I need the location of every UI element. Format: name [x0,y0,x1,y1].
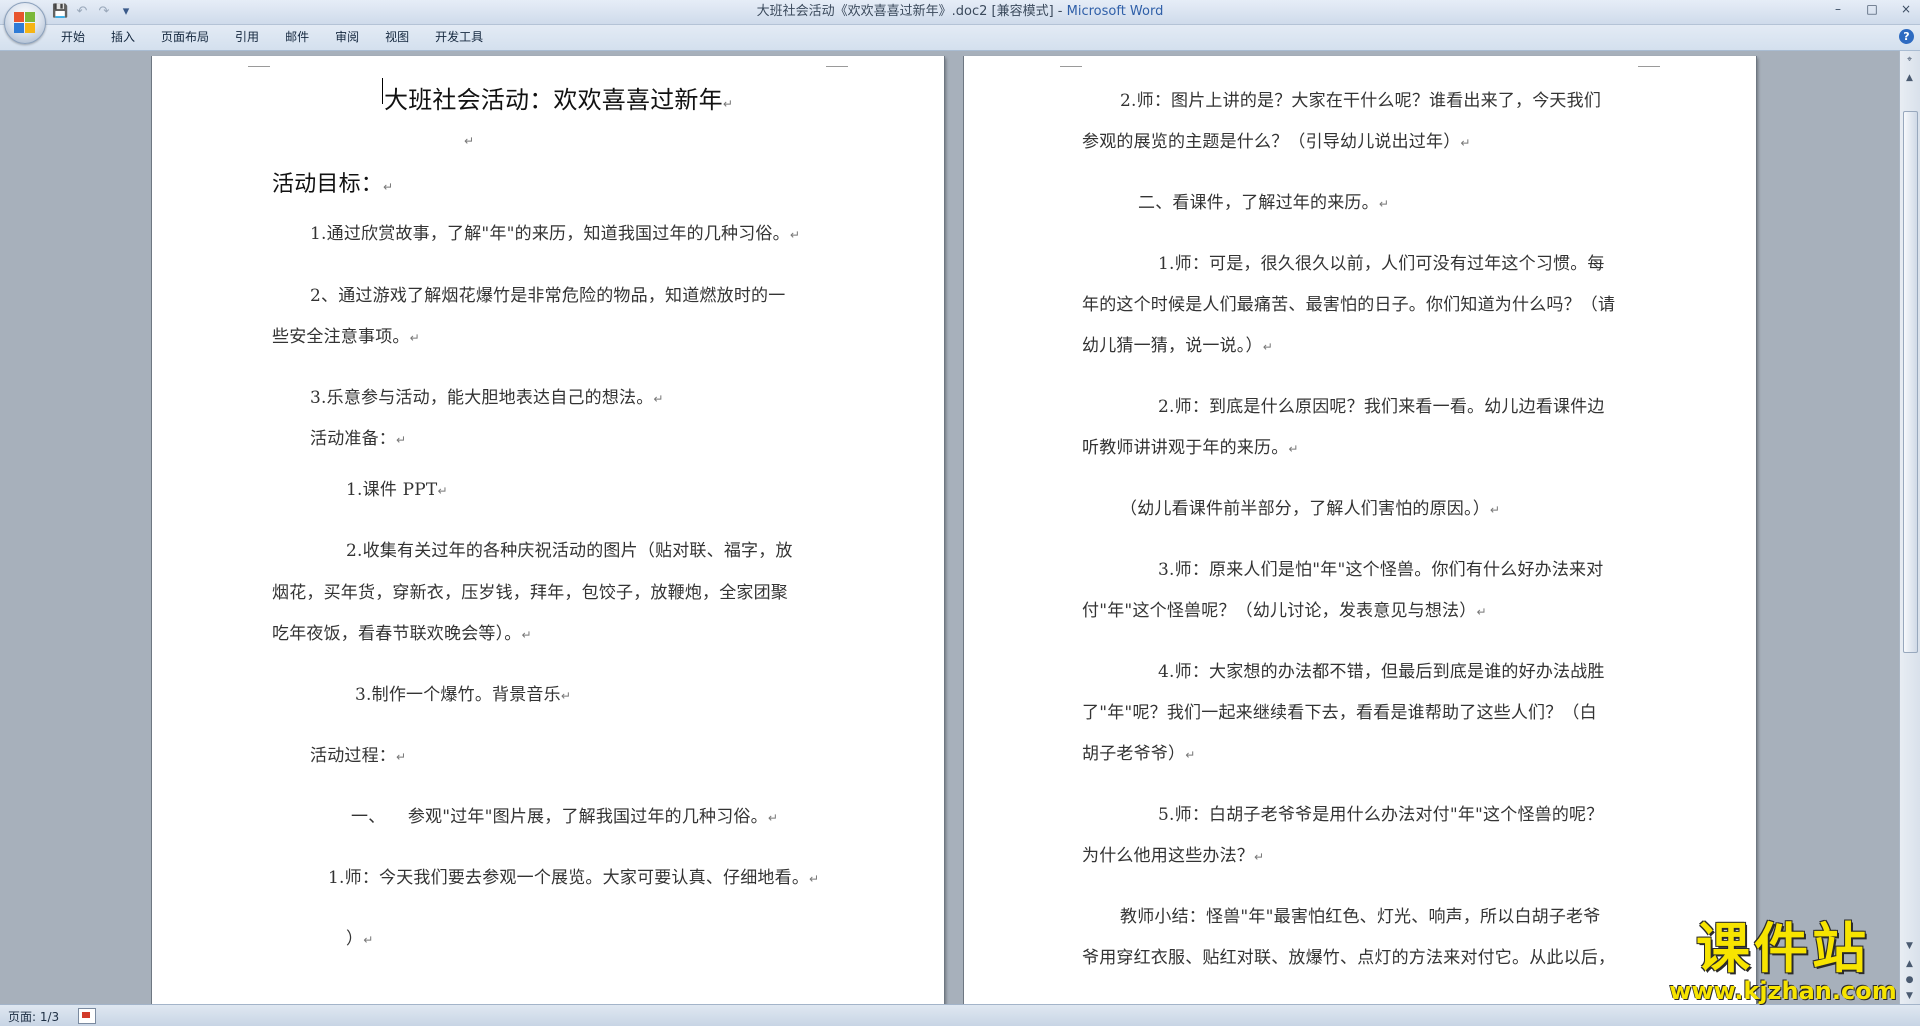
tab-insert[interactable]: 插入 [98,25,148,50]
paragraph-line: 3.制作一个爆竹。背景音乐↵ [355,685,572,705]
previous-page-button[interactable]: ▲ [1902,957,1917,971]
tab-view[interactable]: 视图 [372,25,422,50]
tab-references[interactable]: 引用 [222,25,272,50]
ribbon-tabs: 开始 插入 页面布局 引用 邮件 审阅 视图 开发工具 [48,25,496,50]
select-browse-object-button[interactable]: ● [1902,973,1917,987]
paragraph-line: 4.师：大家想的办法都不错，但最后到底是谁的好办法战胜 [1158,662,1605,682]
margin-corner-mark [826,56,848,67]
paragraph-line: 2.师：到底是什么原因呢？我们来看一看。幼儿边看课件边 [1158,397,1605,417]
tab-home[interactable]: 开始 [48,25,98,50]
ribbon: 开始 插入 页面布局 引用 邮件 审阅 视图 开发工具 ? [0,25,1920,51]
paragraph-line: 年的这个时候是人们最痛苦、最害怕的日子。你们知道为什么吗？（请 [1082,295,1616,315]
watermark-brand: 课件站 [1696,917,1870,980]
window-controls: – □ × [1830,2,1914,16]
watermark-url: www.kjzhan.com [1669,977,1897,1005]
page-1[interactable]: 大班社会活动：欢欢喜喜过新年↵ ↵ 活动目标：↵ 1.通过欣赏故事，了解"年"的… [152,56,944,1004]
paragraph-line: 2、通过游戏了解烟花爆竹是非常危险的物品，知道燃放时的一 [310,286,786,306]
tab-mailings[interactable]: 邮件 [272,25,322,50]
office-logo-icon [14,12,36,34]
paragraph-line: （幼儿看课件前半部分，了解人们害怕的原因。）↵ [1120,499,1501,519]
window-title: 大班社会活动《欢欢喜喜过新年》.doc2 [兼容模式] - Microsoft … [0,0,1920,24]
section-heading: 活动目标：↵ [272,172,394,197]
title-bar: 💾 ↶ ↷ ▾ 大班社会活动《欢欢喜喜过新年》.doc2 [兼容模式] - Mi… [0,0,1920,25]
help-icon[interactable]: ? [1899,29,1914,44]
paragraph-line: 教师小结：怪兽"年"最害怕红色、灯光、响声，所以白胡子老爷 [1120,907,1601,927]
paragraph-line: 3.乐意参与活动，能大胆地表达自己的想法。↵ [310,388,664,408]
paragraph-line: 爷用穿红衣服、贴红对联、放爆竹、点灯的方法来对付它。从此以后， [1082,948,1616,968]
next-page-button[interactable]: ▼ [1902,989,1917,1003]
paragraph-line: 烟花，买年货，穿新衣，压岁钱，拜年，包饺子，放鞭炮，全家团聚 [272,583,788,603]
tab-page-layout[interactable]: 页面布局 [148,25,222,50]
status-bar: 页面: 1/3 [0,1004,1920,1026]
minimize-button[interactable]: – [1830,2,1846,16]
paragraph-line: 1.师：可是，很久很久以前，人们可没有过年这个习惯。每 [1158,254,1605,274]
paragraph-line: 2.师：图片上讲的是？大家在干什么呢？谁看出来了，今天我们 [1120,91,1602,111]
document-title: 大班社会活动：欢欢喜喜过新年↵ [384,86,734,114]
paragraph-line: 一、 参观"过年"图片展，了解我国过年的几种习俗。↵ [351,807,779,827]
paragraph-line: 幼儿猜一猜，说一说。）↵ [1082,336,1273,356]
tab-review[interactable]: 审阅 [322,25,372,50]
paragraph-line: ↵ [464,134,475,148]
vertical-scrollbar[interactable]: ⌖ ▲ ▼ ▲ ● ▼ [1899,51,1920,1004]
paragraph-line: 1.通过欣赏故事，了解"年"的来历，知道我国过年的几种习俗。↵ [310,224,801,244]
paragraph-line: 些安全注意事项。↵ [272,327,420,347]
paragraph-line: 付"年"这个怪兽呢？（幼儿讨论，发表意见与想法）↵ [1082,601,1487,621]
page-2[interactable]: 2.师：图片上讲的是？大家在干什么呢？谁看出来了，今天我们 参观的展览的主题是什… [964,56,1756,1004]
margin-corner-mark [248,56,270,67]
paragraph-line: 胡子老爷爷）↵ [1082,744,1196,764]
scroll-down-button[interactable]: ▼ [1902,939,1917,953]
paragraph-line: 1.师：今天我们要去参观一个展览。大家可要认真、仔细地看。↵ [328,868,820,888]
paragraph-line: 1.课件 PPT↵ [346,480,448,500]
tab-developer[interactable]: 开发工具 [422,25,496,50]
paragraph-line: 参观的展览的主题是什么？（引导幼儿说出过年）↵ [1082,132,1471,152]
ruler-toggle-icon[interactable]: ⌖ [1902,53,1917,67]
margin-corner-mark [1638,56,1660,67]
section-heading: 活动过程：↵ [310,746,407,766]
paragraph-line: 2.收集有关过年的各种庆祝活动的图片（贴对联、福字，放 [346,541,793,561]
maximize-button[interactable]: □ [1864,2,1880,16]
paragraph-line: 3.师：原来人们是怕"年"这个怪兽。你们有什么好办法来对 [1158,560,1604,580]
text-cursor [382,78,383,104]
office-button[interactable] [4,2,46,44]
paragraph-line: 吃年夜饭，看春节联欢晚会等）。↵ [272,624,532,644]
page-count-indicator[interactable]: 页面: 1/3 [8,1008,59,1025]
paragraph-line: 了"年"呢？我们一起来继续看下去，看看是谁帮助了这些人们？（白 [1082,703,1597,723]
section-heading: 二、看课件，了解过年的来历。↵ [1138,193,1390,213]
paragraph-line: ）↵ [346,929,374,949]
document-area[interactable]: 大班社会活动：欢欢喜喜过新年↵ ↵ 活动目标：↵ 1.通过欣赏故事，了解"年"的… [0,51,1900,1004]
scroll-up-button[interactable]: ▲ [1902,71,1917,85]
paragraph-line: 为什么他用这些办法？↵ [1082,846,1265,866]
margin-corner-mark [1060,56,1082,67]
proofing-icon[interactable] [78,1008,96,1024]
section-heading: 活动准备：↵ [310,429,407,449]
app-name: Microsoft Word [1066,4,1164,19]
document-name: 大班社会活动《欢欢喜喜过新年》.doc2 [兼容模式] - [756,4,1067,19]
paragraph-line: 5.师：白胡子老爷爷是用什么办法对付"年"这个怪兽的呢？ [1158,805,1604,825]
scroll-thumb[interactable] [1903,111,1918,653]
paragraph-line: 听教师讲讲观于年的来历。↵ [1082,438,1299,458]
close-button[interactable]: × [1898,2,1914,16]
watermark-logo: 课件站 www.kjzhan.com [1668,917,1898,1005]
